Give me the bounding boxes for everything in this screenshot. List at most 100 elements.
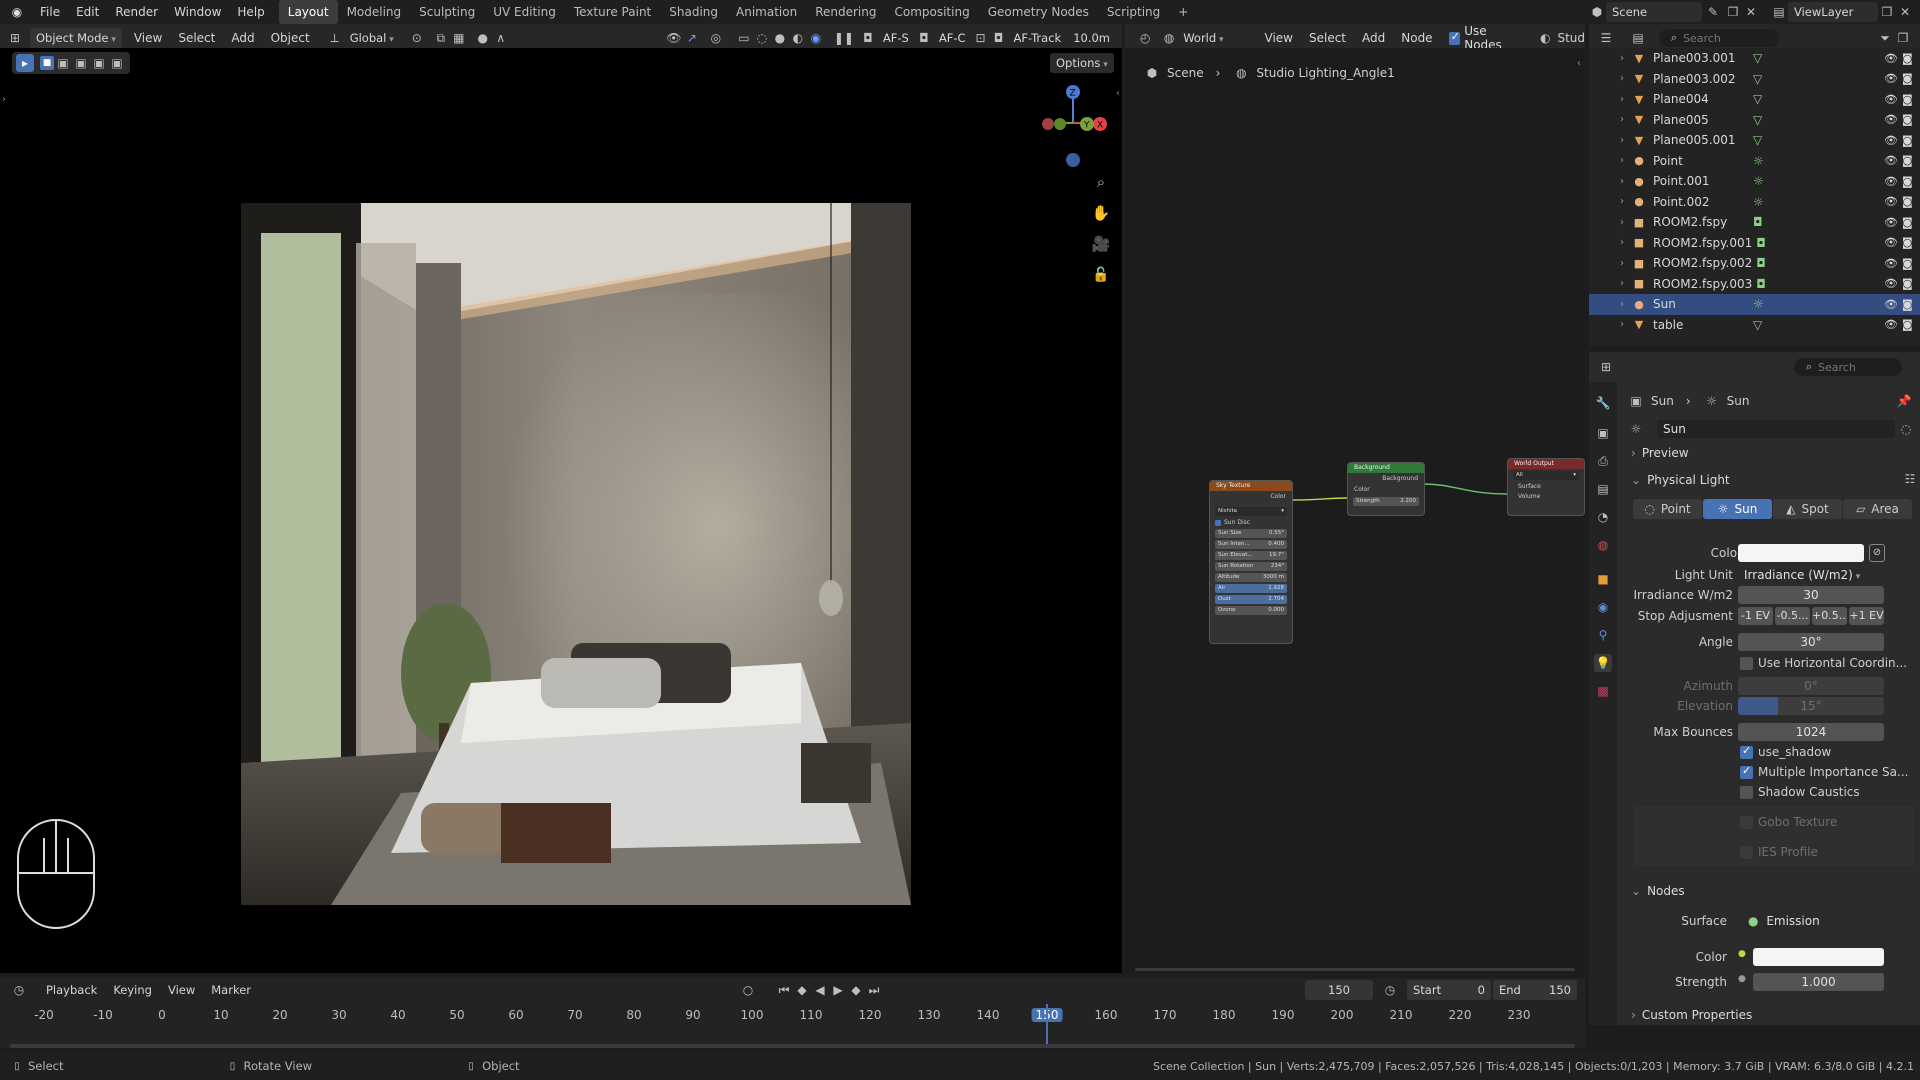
data-light-icon[interactable]: ☼	[1753, 297, 1764, 311]
data-mesh-icon[interactable]: ▽	[1753, 318, 1762, 332]
world-output-input[interactable]: Volume	[1508, 492, 1584, 502]
outliner-row[interactable]: › ▼ Plane004 ▽ 👁 ◙	[1589, 89, 1920, 110]
preview-section[interactable]: › Preview	[1631, 446, 1689, 460]
render-visibility-icon[interactable]: ◙	[1902, 236, 1920, 249]
expand-chevron-icon[interactable]: ›	[1613, 73, 1631, 84]
expand-chevron-icon[interactable]: ›	[1613, 278, 1631, 289]
eye-icon[interactable]: 👁	[1884, 277, 1902, 290]
render-visibility-icon[interactable]: ◙	[1902, 175, 1920, 188]
eye-icon[interactable]: 👁	[1884, 318, 1902, 331]
datablock-name-field[interactable]: Sun	[1657, 420, 1895, 438]
outliner-row[interactable]: › ■ ROOM2.fspy.001 ◘ 👁 ◙	[1589, 233, 1920, 254]
sun-disc-checkbox[interactable]	[1215, 519, 1221, 526]
sky-field[interactable]: Sun Rotation 234°	[1215, 562, 1287, 571]
light-type-area[interactable]: ▱ Area	[1843, 499, 1912, 519]
viewport-menu-view[interactable]: View	[126, 26, 170, 50]
expand-chevron-icon[interactable]: ›	[1613, 155, 1631, 166]
render-visibility-icon[interactable]: ◙	[1902, 72, 1920, 85]
eye-icon[interactable]: 👁	[1884, 216, 1902, 229]
shading-material-icon[interactable]: ◐	[789, 29, 807, 47]
render-visibility-icon[interactable]: ◙	[1902, 257, 1920, 270]
eye-icon[interactable]: 👁	[1884, 52, 1902, 65]
stop-button[interactable]: -1 EV	[1738, 607, 1773, 625]
data-camera-icon[interactable]: ◘	[1753, 215, 1763, 229]
add-workspace-button[interactable]: +	[1169, 0, 1197, 24]
sky-field[interactable]: Air 1.928	[1215, 584, 1287, 593]
sky-field[interactable]: Ozone 0.000	[1215, 606, 1287, 615]
outliner-row[interactable]: › ■ ROOM2.fspy ◘ 👁 ◙	[1589, 212, 1920, 233]
tool-tab-icon[interactable]: 🔧	[1594, 394, 1612, 412]
playhead[interactable]	[1046, 1004, 1048, 1048]
af-s-button[interactable]: AF-S	[877, 28, 915, 48]
eye-icon[interactable]: 👁	[1884, 72, 1902, 85]
data-mesh-icon[interactable]: ▽	[1753, 133, 1762, 147]
editor-type-icon[interactable]: ⊞	[6, 29, 24, 47]
slot-icon[interactable]: ◐	[1537, 29, 1553, 47]
new-collection-icon[interactable]: ❐	[1894, 29, 1912, 47]
outliner-item-name[interactable]: Plane003.001	[1653, 51, 1749, 65]
physics-tab-icon[interactable]: ◉	[1594, 598, 1612, 616]
mis-checkbox[interactable]	[1740, 764, 1753, 779]
data-mesh-icon[interactable]: ▽	[1753, 92, 1762, 106]
viewlayer-selector[interactable]: ViewLayer	[1788, 2, 1878, 22]
proportional-icon[interactable]: ●	[474, 29, 492, 47]
eye-icon[interactable]: 👁	[1884, 236, 1902, 249]
select-subtract-icon[interactable]: ▣	[72, 54, 90, 72]
stop-button[interactable]: +1 EV	[1849, 607, 1884, 625]
outliner-item-name[interactable]: Plane003.002	[1653, 72, 1749, 86]
focus-icon[interactable]: ⊡	[972, 29, 990, 47]
light-type-icon[interactable]: ☼	[1627, 420, 1645, 438]
data-camera-icon[interactable]: ◘	[1756, 236, 1766, 250]
select-invert-icon[interactable]: ▣	[90, 54, 108, 72]
outliner-row[interactable]: › ● Point.001 ☼ 👁 ◙	[1589, 171, 1920, 192]
expand-chevron-icon[interactable]: ›	[1613, 135, 1631, 146]
tab-rendering[interactable]: Rendering	[806, 0, 885, 24]
data-mesh-icon[interactable]: ▽	[1753, 113, 1762, 127]
sky-field[interactable]: Dust 2.704	[1215, 595, 1287, 604]
menu-render[interactable]: Render	[107, 0, 166, 24]
node-menu-node[interactable]: Node	[1393, 26, 1440, 50]
stop-button[interactable]: -0.5...	[1775, 607, 1810, 625]
display-mode-icon[interactable]: ▤	[1629, 29, 1647, 47]
expand-chevron-icon[interactable]: ›	[1613, 196, 1631, 207]
data-camera-icon[interactable]: ◘	[1756, 277, 1766, 291]
render-tab-icon[interactable]: ▣	[1594, 424, 1612, 442]
node-editor-scrollbar[interactable]	[1135, 968, 1575, 971]
render-visibility-icon[interactable]: ◙	[1902, 195, 1920, 208]
background-color-input[interactable]: Color	[1348, 485, 1424, 495]
sidebar-toggle-icon[interactable]: ‹	[1116, 88, 1120, 99]
viewport-menu-object[interactable]: Object	[263, 26, 318, 50]
outliner-row[interactable]: › ■ ROOM2.fspy.003 ◘ 👁 ◙	[1589, 274, 1920, 295]
eye-icon[interactable]: 👁	[1884, 134, 1902, 147]
outliner-item-name[interactable]: ROOM2.fspy.001	[1653, 236, 1752, 250]
xray-icon[interactable]: ▭	[735, 29, 753, 47]
node-editor-type-icon[interactable]: ◴	[1137, 29, 1153, 47]
data-light-icon[interactable]: ☼	[1753, 174, 1764, 188]
outliner-item-name[interactable]: ROOM2.fspy.002	[1653, 256, 1752, 270]
pivot-icon[interactable]: ⊙	[408, 29, 426, 47]
background-output[interactable]: Background	[1348, 473, 1424, 485]
data-light-icon[interactable]: ☼	[1753, 154, 1764, 168]
object-tab-icon[interactable]: ■	[1594, 570, 1612, 588]
tab-shading[interactable]: Shading	[660, 0, 727, 24]
data-mesh-icon[interactable]: ▽	[1753, 51, 1762, 65]
slot-label[interactable]: Stud	[1557, 31, 1585, 45]
properties-search[interactable]: ⌕	[1794, 358, 1902, 376]
outliner-search-input[interactable]	[1683, 31, 1773, 45]
snap-icon[interactable]: ⧉	[432, 29, 450, 47]
menu-edit[interactable]: Edit	[68, 0, 107, 24]
node-strength-field[interactable]: 1.000	[1753, 973, 1884, 991]
node-menu-add[interactable]: Add	[1354, 26, 1393, 50]
menu-help[interactable]: Help	[229, 0, 272, 24]
sky-field[interactable]: Altitude 3000 m	[1215, 573, 1287, 582]
blender-logo-icon[interactable]: ◉	[8, 3, 26, 21]
max-bounces-field[interactable]: 1024	[1738, 723, 1884, 741]
world-output-target[interactable]: All ▾	[1513, 471, 1579, 480]
outliner-row[interactable]: › ● Sun ☼ 👁 ◙	[1589, 294, 1920, 315]
world-tab-icon[interactable]: ◍	[1594, 536, 1612, 554]
tab-texture-paint[interactable]: Texture Paint	[565, 0, 660, 24]
toolbar-toggle-icon[interactable]: ›	[2, 94, 6, 105]
stop-button[interactable]: +0.5...	[1812, 607, 1847, 625]
shading-solid-icon[interactable]: ●	[771, 29, 789, 47]
delete-viewlayer-icon[interactable]: ✕	[1896, 3, 1914, 21]
